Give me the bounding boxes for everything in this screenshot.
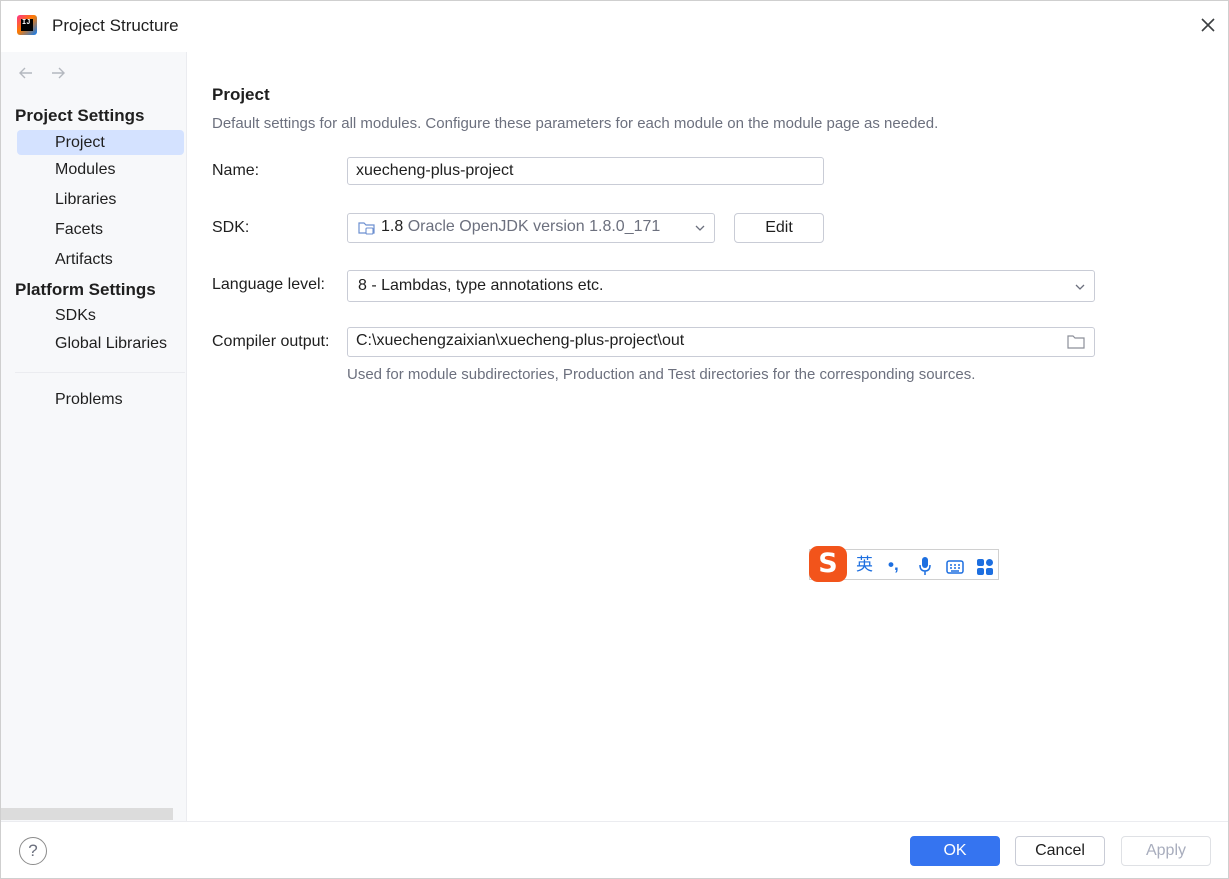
sdk-folder-icon xyxy=(358,222,375,235)
sidebar-item-libraries[interactable]: Libraries xyxy=(17,187,184,212)
back-arrow-icon[interactable] xyxy=(17,64,35,82)
sidebar-item-project[interactable]: Project xyxy=(17,130,184,155)
title-bar: IJ Project Structure xyxy=(1,1,1228,51)
panel-title: Project xyxy=(212,85,270,104)
microphone-icon[interactable] xyxy=(918,555,932,577)
intellij-logo-icon: IJ xyxy=(17,15,37,35)
chevron-down-icon xyxy=(695,225,705,231)
compiler-output-value: C:\xuechengzaixian\xuecheng-plus-project… xyxy=(356,332,685,349)
sidebar-horizontal-scrollbar[interactable] xyxy=(1,808,173,820)
sidebar-item-global-libraries[interactable]: Global Libraries xyxy=(17,331,184,356)
settings-sidebar: Project Settings Project Modules Librari… xyxy=(1,52,187,821)
language-level-combobox[interactable]: 8 - Lambdas, type annotations etc. xyxy=(347,270,1095,302)
sidebar-item-sdks[interactable]: SDKs xyxy=(17,303,184,328)
project-settings-panel: Project Default settings for all modules… xyxy=(187,52,1228,821)
name-label: Name: xyxy=(212,162,260,179)
sidebar-item-facets[interactable]: Facets xyxy=(17,217,184,242)
project-structure-dialog: IJ Project Structure Project Settings Pr… xyxy=(0,0,1229,879)
sidebar-item-problems[interactable]: Problems xyxy=(17,387,184,412)
sdk-description: Oracle OpenJDK version 1.8.0_171 xyxy=(407,218,661,235)
compiler-output-field[interactable]: C:\xuechengzaixian\xuecheng-plus-project… xyxy=(347,327,1095,357)
forward-arrow-icon[interactable] xyxy=(49,64,67,82)
language-level-value: 8 - Lambdas, type annotations etc. xyxy=(358,277,604,294)
compiler-output-label: Compiler output: xyxy=(212,333,330,350)
ok-button[interactable]: OK xyxy=(910,836,1000,866)
compiler-output-hint: Used for module subdirectories, Producti… xyxy=(347,366,976,383)
toolbox-grid-icon[interactable] xyxy=(976,556,994,578)
dialog-footer: ? OK Cancel Apply xyxy=(1,821,1228,878)
browse-folder-icon[interactable] xyxy=(1067,334,1085,349)
sidebar-item-modules[interactable]: Modules xyxy=(17,157,184,182)
ime-language-mode[interactable]: 英 xyxy=(856,554,873,576)
apply-button[interactable]: Apply xyxy=(1121,836,1211,866)
ime-toolbar: S 英 •, xyxy=(809,546,999,582)
language-level-label: Language level: xyxy=(212,276,325,293)
section-platform-settings: Platform Settings xyxy=(15,280,156,299)
keyboard-icon[interactable] xyxy=(946,556,964,578)
sidebar-item-artifacts[interactable]: Artifacts xyxy=(17,247,184,272)
chevron-down-icon xyxy=(1075,284,1085,290)
ime-punctuation-mode[interactable]: •, xyxy=(888,554,899,576)
sdk-label: SDK: xyxy=(212,219,250,236)
sdk-edit-button[interactable]: Edit xyxy=(734,213,824,243)
window-title: Project Structure xyxy=(52,16,179,35)
section-project-settings: Project Settings xyxy=(15,106,145,125)
sdk-version: 1.8 xyxy=(381,218,404,235)
panel-description: Default settings for all modules. Config… xyxy=(212,115,939,132)
project-name-field[interactable]: xuecheng-plus-project xyxy=(347,157,824,185)
cancel-button[interactable]: Cancel xyxy=(1015,836,1105,866)
help-button[interactable]: ? xyxy=(19,837,47,865)
history-navigation xyxy=(17,64,67,82)
ime-logo[interactable]: S xyxy=(809,546,847,582)
sdk-combobox[interactable]: 1.8 Oracle OpenJDK version 1.8.0_171 xyxy=(347,213,715,243)
sidebar-divider xyxy=(15,372,185,373)
close-icon[interactable] xyxy=(1198,15,1218,35)
